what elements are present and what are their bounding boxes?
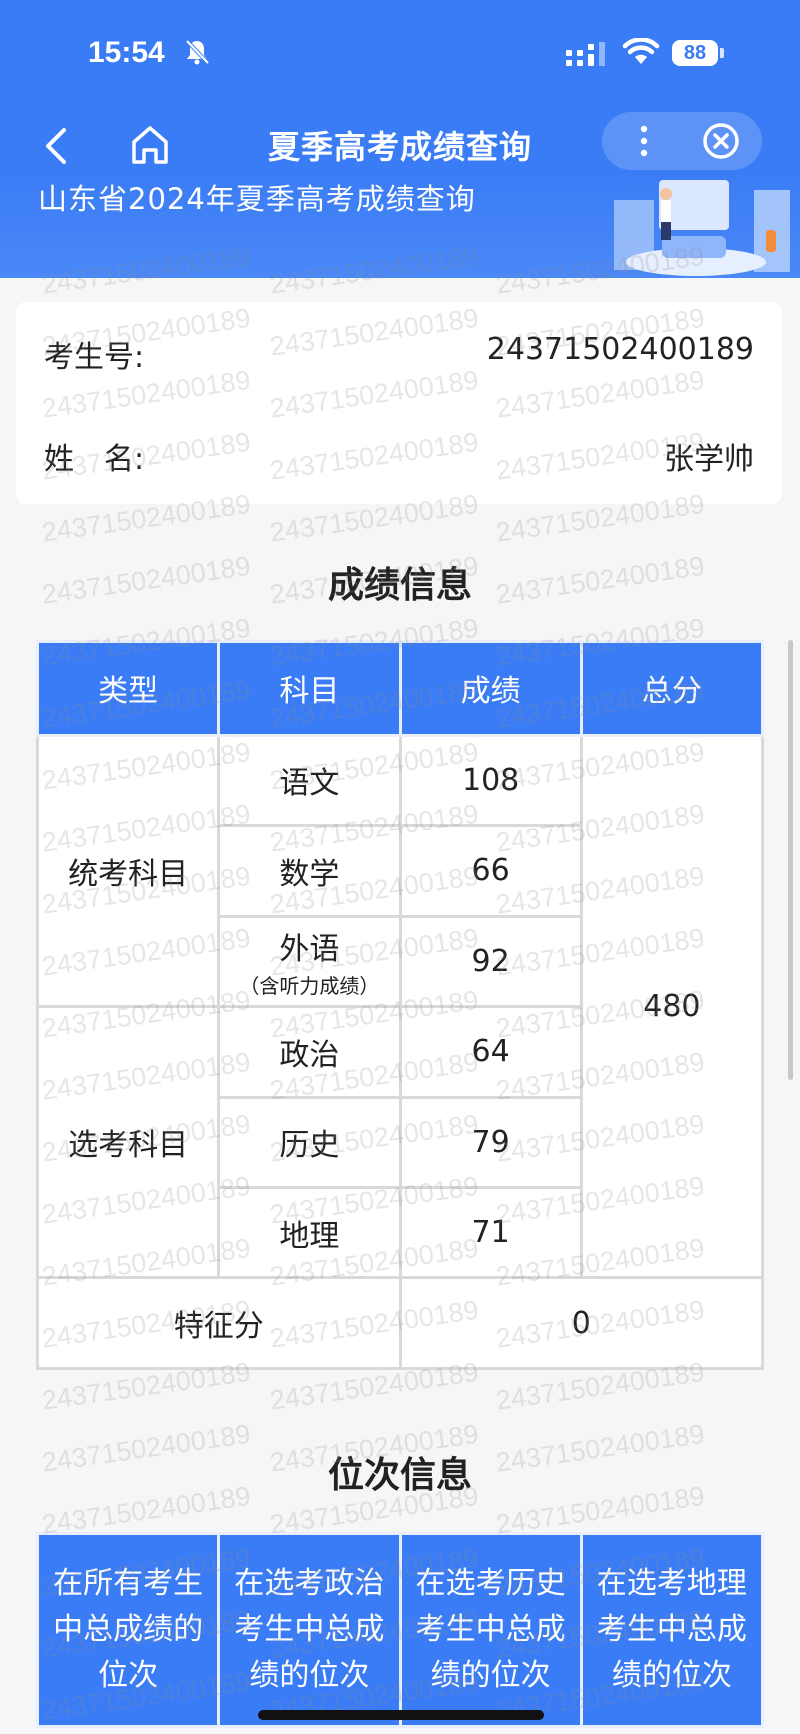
score-cell: 108	[398, 733, 583, 828]
rank-header-geography: 在选考地理考生中总成绩的位次	[579, 1532, 765, 1728]
table-row: 统考科目 语文 108 480	[35, 733, 765, 1280]
subject-name: 外语	[279, 931, 340, 967]
group-type-cell: 选考科目	[35, 1005, 221, 1280]
rank-table: 在所有考生中总成绩的位次 在选考政治考生中总成绩的位次 在选考历史考生中总成绩的…	[35, 1532, 765, 1728]
table-row: 特征分 0	[36, 1276, 764, 1370]
header-subject: 科目	[217, 640, 402, 737]
header-type: 类型	[35, 640, 221, 737]
score-cell: 92	[398, 914, 583, 1009]
student-name-value: 张学帅	[664, 442, 754, 477]
home-indicator[interactable]	[258, 1710, 544, 1720]
student-id-value: 24371502400189	[486, 332, 754, 367]
status-bar: 15:54 88	[0, 0, 800, 108]
rank-header-politics: 在选考政治考生中总成绩的位次	[217, 1532, 402, 1728]
close-circle-icon[interactable]	[700, 120, 742, 162]
wifi-icon	[622, 38, 660, 64]
student-id-row: 考生号: 24371502400189	[44, 332, 754, 392]
watermark-text: 24371502400189	[268, 1729, 481, 1734]
rank-header-all: 在所有考生中总成绩的位次	[35, 1532, 221, 1728]
score-cell: 64	[398, 1005, 583, 1099]
header-score: 成绩	[398, 640, 583, 737]
banner-title: 山东省2024年夏季高考成绩查询	[38, 182, 476, 216]
subject-cell: 语文	[217, 733, 402, 828]
status-time: 15:54	[88, 36, 165, 69]
student-name-row: 姓 名: 张学帅	[44, 434, 754, 494]
subject-cell: 地理	[217, 1185, 402, 1280]
group-type-cell: 统考科目	[35, 733, 221, 1009]
score-cell: 66	[398, 824, 583, 918]
rank-table-header: 在所有考生中总成绩的位次 在选考政治考生中总成绩的位次 在选考历史考生中总成绩的…	[35, 1532, 765, 1728]
signal-icon	[566, 42, 605, 66]
header-total: 总分	[579, 640, 765, 737]
score-table: 类型 科目 成绩 总分 统考科目 语文 108 480 数学 66 外语 （含听…	[35, 640, 765, 1370]
score-table-header: 类型 科目 成绩 总分	[35, 640, 765, 737]
subject-cell: 数学	[217, 824, 402, 918]
rank-section-title: 位次信息	[327, 1455, 472, 1496]
more-icon[interactable]	[630, 122, 658, 160]
rank-header-history: 在选考历史考生中总成绩的位次	[398, 1532, 583, 1728]
header-banner: 山东省2024年夏季高考成绩查询	[0, 170, 800, 278]
subject-cell: 政治	[217, 1005, 402, 1099]
student-name-label: 姓 名:	[44, 442, 145, 477]
feature-score-value: 0	[398, 1276, 764, 1370]
score-cell: 71	[398, 1185, 583, 1280]
bell-muted-icon	[185, 39, 210, 65]
student-id-label: 考生号:	[44, 340, 145, 375]
feature-score-label: 特征分	[36, 1276, 402, 1370]
score-cell: 79	[398, 1095, 583, 1189]
score-section-title: 成绩信息	[327, 565, 472, 606]
subject-cell: 外语 （含听力成绩）	[217, 914, 402, 1009]
scrollbar[interactable]	[788, 640, 793, 1080]
watermark-text: 24371502400189	[494, 1729, 707, 1734]
battery-icon: 88	[672, 40, 718, 66]
total-score-cell: 480	[579, 733, 765, 1280]
battery-tip	[720, 48, 724, 58]
student-info-card: 考生号: 24371502400189 姓 名: 张学帅	[16, 302, 782, 504]
watermark-text: 24371502400189	[40, 1729, 253, 1734]
subject-cell: 历史	[217, 1095, 402, 1189]
banner-illustration	[614, 180, 790, 276]
subject-note: （含听力成绩）	[239, 973, 380, 998]
